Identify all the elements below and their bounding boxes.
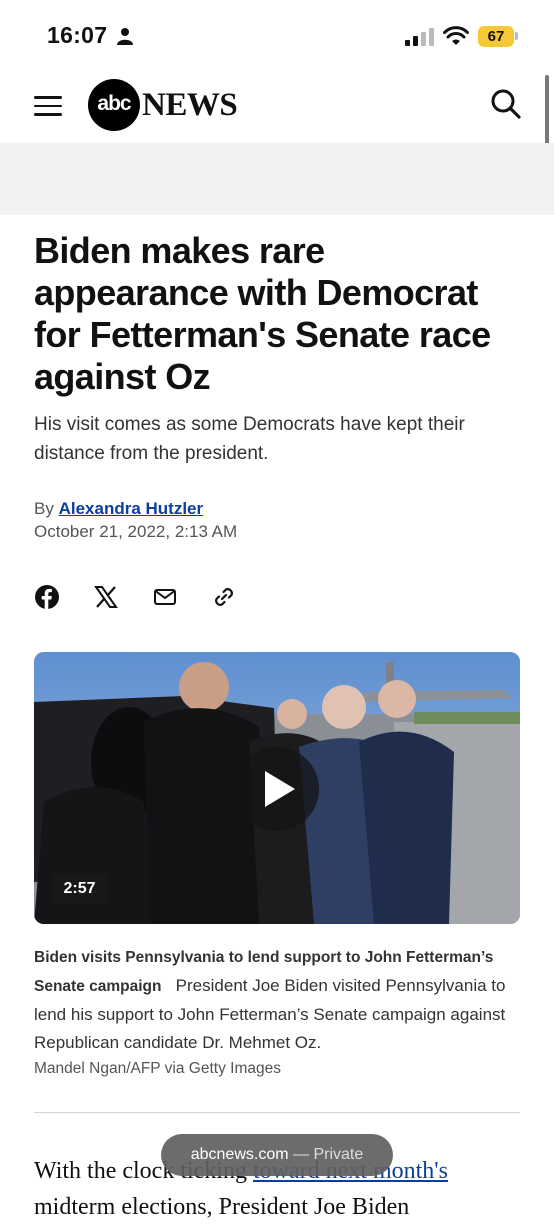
wifi-icon: [443, 26, 469, 45]
byline: By Alexandra Hutzler: [34, 499, 203, 519]
logo-text: NEWS: [142, 87, 238, 123]
battery-indicator: 67: [478, 26, 514, 47]
menu-icon[interactable]: [34, 96, 62, 116]
facebook-icon[interactable]: [34, 584, 60, 610]
divider: [34, 1112, 520, 1113]
photo-caption: Biden visits Pennsylvania to lend suppor…: [34, 943, 520, 1057]
play-icon: [265, 771, 295, 807]
status-time: 16:07: [47, 22, 108, 48]
url-separator: —: [288, 1146, 314, 1163]
video-duration: 2:57: [51, 874, 108, 904]
person-icon: [117, 28, 133, 45]
body-line2-text: midterm elections, President Joe Biden: [34, 1194, 410, 1220]
site-header: abc NEWS: [0, 70, 554, 142]
search-icon[interactable]: [490, 88, 522, 120]
abc-news-logo[interactable]: abc NEWS: [88, 79, 248, 133]
status-bar: 16:07 67: [0, 0, 554, 70]
play-button[interactable]: [235, 747, 319, 831]
browser-url-pill[interactable]: abcnews.com — Private: [161, 1134, 393, 1176]
logo-circle: abc: [88, 79, 140, 131]
byline-prefix: By: [34, 499, 54, 518]
article-dek: His visit comes as some Democrats have k…: [34, 414, 465, 464]
link-icon[interactable]: [211, 584, 237, 610]
publish-date: October 21, 2022, 2:13 AM: [34, 522, 238, 541]
author-link[interactable]: Alexandra Hutzler: [59, 499, 204, 518]
email-icon[interactable]: [152, 584, 178, 610]
battery-cap: [515, 32, 518, 40]
ad-placeholder: [0, 143, 554, 215]
video-player[interactable]: 2:57: [34, 652, 520, 924]
article-headline: Biden makes rare appearance with Democra…: [34, 230, 491, 397]
photo-credit: Mandel Ngan/AFP via Getty Images: [34, 1060, 281, 1077]
cellular-signal-icon: [405, 28, 434, 46]
private-mode-label: Private: [313, 1146, 364, 1163]
url-domain: abcnews.com: [190, 1146, 289, 1163]
x-icon[interactable]: [93, 584, 119, 610]
